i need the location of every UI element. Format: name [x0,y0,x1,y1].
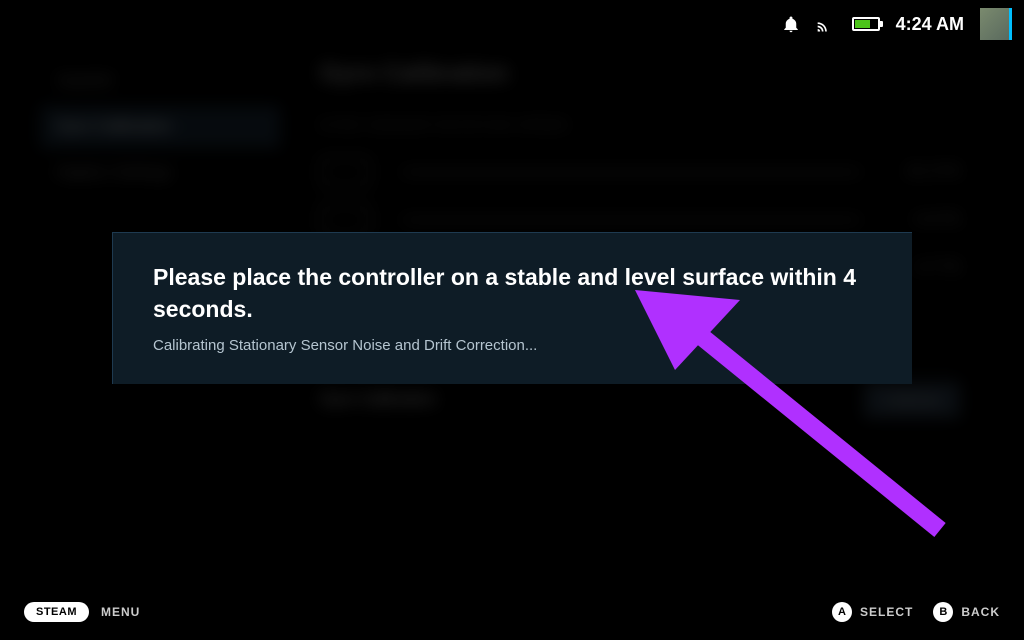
bg-sidebar: Joystick Gyro Calibration Haptics Settin… [40,60,280,198]
bg-sidebar-item: Joystick [40,60,280,102]
avatar[interactable] [980,8,1012,40]
calibration-modal: Please place the controller on a stable … [112,232,912,384]
bg-title: Gyro Calibration [320,60,960,88]
back-hint: B BACK [933,602,1000,622]
cast-icon[interactable] [816,14,836,34]
notifications-bell-icon[interactable] [782,15,800,33]
bottom-bar: STEAM MENU A SELECT B BACK [0,584,1024,640]
bg-sidebar-item: Haptics Settings [40,152,280,194]
battery-icon [852,17,880,31]
menu-label: MENU [101,605,140,619]
clock: 4:24 AM [896,14,964,35]
select-label: SELECT [860,605,913,619]
bg-sidebar-item-active: Gyro Calibration [40,106,280,148]
steam-button[interactable]: STEAM [24,602,89,622]
modal-title: Please place the controller on a stable … [153,261,872,325]
bottom-right: A SELECT B BACK [832,602,1000,622]
bottom-left: STEAM MENU [24,602,140,622]
battery-outline [852,17,880,31]
back-label: BACK [961,605,1000,619]
modal-subtitle: Calibrating Stationary Sensor Noise and … [153,337,872,354]
status-bar: 4:24 AM [782,0,1024,48]
b-button-icon: B [933,602,953,622]
select-hint: A SELECT [832,602,913,622]
bg-subtitle: GYRO SENSOR ROTATION SPEED [320,118,960,132]
battery-fill [855,20,870,28]
a-button-icon: A [832,602,852,622]
